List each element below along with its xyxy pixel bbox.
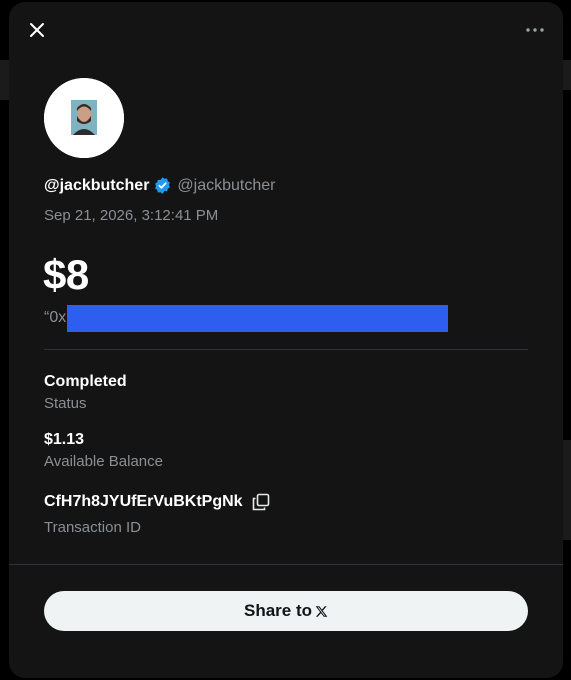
transaction-amount: $8 — [43, 251, 89, 298]
footer-divider — [9, 564, 563, 565]
memo-row: “0x — [44, 304, 449, 332]
more-options-button[interactable] — [523, 18, 547, 42]
transaction-timestamp: Sep 21, 2026, 3:12:41 PM — [44, 207, 219, 224]
balance-label: Available Balance — [44, 453, 163, 470]
status-value: Completed — [44, 373, 127, 390]
transaction-id-row: CfH7h8JYUfErVuBKtPgNk — [44, 493, 270, 511]
share-to-x-button[interactable]: Share to — [44, 591, 528, 631]
memo-text: “0x — [44, 309, 67, 326]
user-handle[interactable]: @jackbutcher — [177, 177, 275, 195]
verified-badge-icon — [155, 177, 171, 194]
transaction-id-value: CfH7h8JYUfErVuBKtPgNk — [44, 493, 243, 510]
user-name-row: @jackbutcher @jackbutcher — [44, 176, 275, 195]
share-button-label: Share to — [243, 601, 313, 620]
balance-value: $1.13 — [44, 431, 85, 448]
background-content — [0, 60, 9, 100]
status-label: Status — [44, 395, 87, 412]
redaction-bar — [67, 304, 449, 332]
avatar-photo — [44, 78, 124, 158]
x-logo-icon — [315, 605, 328, 617]
more-icon — [526, 28, 544, 32]
transaction-modal: @jackbutcher @jackbutcher Sep 21, 2026, … — [9, 2, 563, 678]
transaction-id-label: Transaction ID — [44, 519, 141, 536]
divider — [44, 349, 528, 350]
copy-icon[interactable] — [252, 493, 270, 511]
avatar[interactable] — [44, 78, 124, 158]
display-name[interactable]: @jackbutcher — [44, 177, 149, 195]
background-content — [563, 440, 571, 540]
background-content — [563, 60, 571, 90]
close-button[interactable] — [23, 16, 51, 44]
close-icon — [30, 23, 44, 37]
